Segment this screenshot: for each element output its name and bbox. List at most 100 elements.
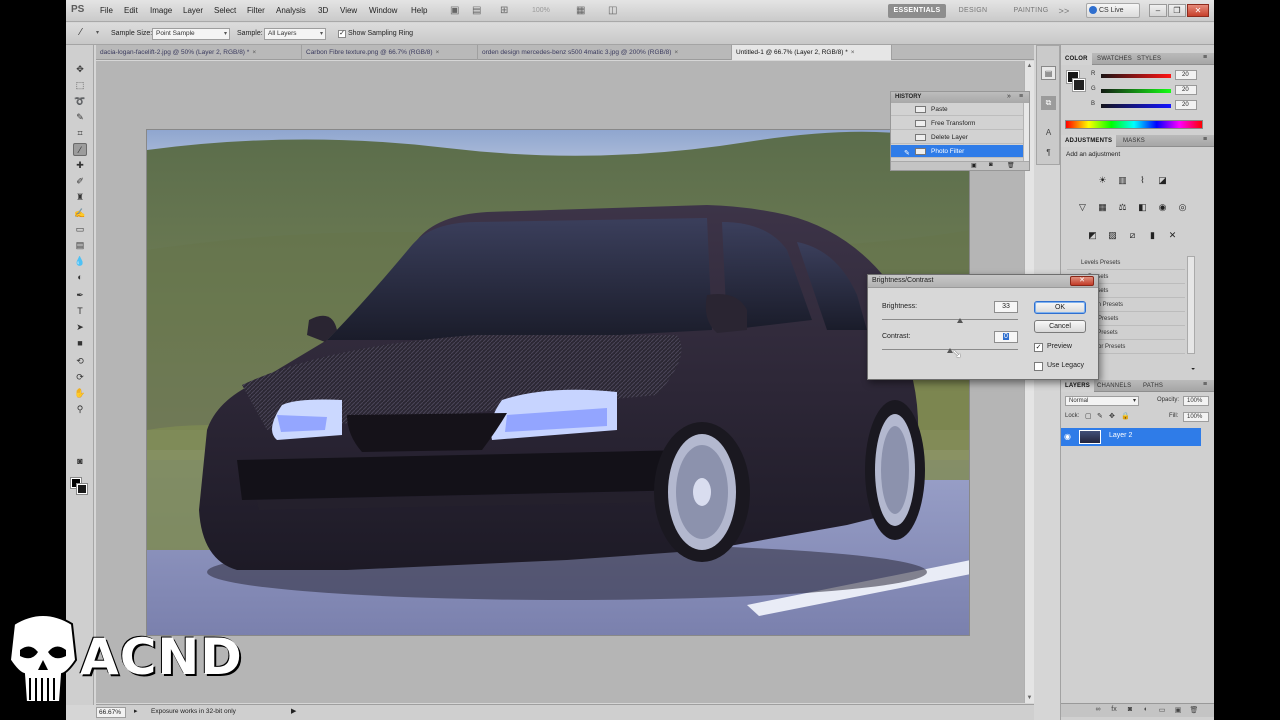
channel-mixer-icon[interactable]: ◎ [1175, 200, 1190, 214]
bridge-icon[interactable]: ▣ [450, 5, 459, 17]
selective-color-icon[interactable]: ✕ [1165, 228, 1180, 242]
tab-carbon-fibre[interactable]: Carbon Fibre texture.png @ 66.7% (RGB/8)… [302, 45, 478, 60]
new-layer-icon[interactable]: ▣ [1173, 706, 1183, 716]
menu-help[interactable]: Help [411, 6, 427, 15]
cancel-button[interactable]: Cancel [1034, 320, 1086, 333]
dialog-titlebar[interactable]: Brightness/Contrast ✕ [868, 275, 1098, 288]
threshold-icon[interactable]: ⧄ [1125, 228, 1140, 242]
arrange-documents-icon[interactable]: ▦ [576, 5, 585, 17]
black-white-icon[interactable]: ◧ [1135, 200, 1150, 214]
levels-icon[interactable]: ▥ [1115, 173, 1130, 187]
minimize-button[interactable]: – [1149, 4, 1167, 17]
workspace-painting[interactable]: PAINTING [1006, 4, 1056, 18]
ok-button[interactable]: OK [1034, 301, 1086, 314]
zoom-level[interactable]: 100% [532, 7, 550, 19]
tab-untitled-1[interactable]: Untitled-1 @ 66.7% (Layer 2, RGB/8) * × [732, 45, 892, 60]
gradient-map-icon[interactable]: ▮ [1145, 228, 1160, 242]
lasso-tool-icon[interactable]: ➰ [73, 95, 87, 108]
restore-button[interactable]: ❐ [1168, 4, 1186, 17]
shape-tool-icon[interactable]: ■ [73, 337, 87, 350]
panel-menu-icon[interactable]: ≡ [1203, 54, 1207, 61]
3d-rotate-tool-icon[interactable]: ⟲ [73, 355, 87, 368]
new-group-icon[interactable]: ▭ [1157, 706, 1167, 716]
preview-checkbox[interactable]: ✓ [1034, 343, 1043, 352]
zoom-tool-icon[interactable]: ⚲ [73, 403, 87, 416]
delete-icon[interactable]: 🗑 [1007, 162, 1015, 169]
history-brush-source-icon[interactable]: ✎ [904, 147, 910, 160]
snapshot-icon[interactable]: ◙ [989, 162, 993, 168]
tab-swatches[interactable]: SWATCHES [1093, 53, 1136, 65]
layer-name[interactable]: Layer 2 [1109, 432, 1132, 439]
brightness-slider-thumb[interactable] [956, 318, 963, 323]
brightness-slider-track[interactable] [882, 319, 1018, 320]
lock-image-icon[interactable]: ✎ [1097, 412, 1103, 420]
3d-orbit-tool-icon[interactable]: ⟳ [73, 371, 87, 384]
tab-mercedes[interactable]: orden design mercedes-benz s500 4matic 3… [478, 45, 732, 60]
tab-channels[interactable]: CHANNELS [1093, 380, 1135, 392]
blue-value[interactable]: 20 [1175, 100, 1197, 110]
tab-dacia-logan[interactable]: dacia-logan-facelift-2.jpg @ 50% (Layer … [96, 45, 302, 60]
close-icon[interactable]: × [436, 49, 440, 56]
menu-layer[interactable]: Layer [183, 6, 203, 15]
green-track[interactable] [1101, 89, 1171, 93]
gradient-tool-icon[interactable]: ▤ [73, 239, 87, 252]
background-color-chip[interactable] [1072, 78, 1086, 92]
close-icon[interactable]: × [851, 49, 855, 56]
preset-levels[interactable]: Levels Presets [1067, 256, 1185, 270]
sample-select[interactable]: All Layers ▾ [264, 28, 326, 40]
clone-stamp-tool-icon[interactable]: ♜ [73, 191, 87, 204]
screen-mode-icon[interactable]: ◫ [608, 5, 617, 17]
contrast-field[interactable]: 0 [994, 331, 1018, 343]
close-icon[interactable]: × [252, 49, 256, 56]
status-menu-icon[interactable]: ▶ [291, 707, 296, 715]
eye-icon[interactable]: ◉ [1064, 432, 1071, 441]
curves-icon[interactable]: ⌇ [1135, 173, 1150, 187]
history-item[interactable]: Paste [891, 103, 1023, 116]
dialog-close-button[interactable]: ✕ [1070, 276, 1094, 286]
blue-track[interactable] [1101, 104, 1171, 108]
delete-layer-icon[interactable]: 🗑 [1189, 706, 1199, 716]
crop-tool-icon[interactable]: ⌗ [73, 127, 87, 140]
sample-size-select[interactable]: Point Sample ▾ [152, 28, 230, 40]
history-item[interactable]: Free Transform [891, 117, 1023, 130]
tab-color[interactable]: COLOR [1061, 53, 1092, 65]
brightness-field[interactable]: 33 [994, 301, 1018, 313]
blend-mode-select[interactable]: Normal ▾ [1065, 396, 1139, 406]
quick-select-tool-icon[interactable]: ✎ [73, 111, 87, 124]
link-layers-icon[interactable]: ∞ [1093, 706, 1103, 716]
minibridge-icon[interactable]: ▤ [472, 5, 481, 17]
menu-edit[interactable]: Edit [124, 6, 138, 15]
panel-menu-icon[interactable]: ≡ [1203, 136, 1207, 143]
new-document-icon[interactable]: ▣ [971, 162, 977, 169]
view-extras-icon[interactable]: ⊞ [500, 5, 508, 17]
menu-filter[interactable]: Filter [247, 6, 265, 15]
red-track[interactable] [1101, 74, 1171, 78]
tab-styles[interactable]: STYLES [1133, 53, 1165, 65]
preset-dropdown-icon[interactable]: ▾ [96, 29, 99, 36]
show-ring-checkbox[interactable]: ✓ [338, 30, 346, 38]
dodge-tool-icon[interactable]: ◐ [73, 271, 87, 284]
brightness-contrast-icon[interactable]: ☀ [1095, 173, 1110, 187]
background-color-swatch[interactable] [76, 483, 88, 495]
adjustment-footer-icon[interactable]: ◒ [1191, 365, 1195, 372]
presets-scrollbar[interactable] [1187, 256, 1195, 354]
tab-layers[interactable]: LAYERS [1061, 380, 1094, 392]
posterize-icon[interactable]: ▨ [1105, 228, 1120, 242]
panel-toggle-icon[interactable]: ▤ [1041, 66, 1056, 80]
panel-menu-icon[interactable]: ≡ [1203, 381, 1207, 388]
exposure-icon[interactable]: ◪ [1155, 173, 1170, 187]
history-item[interactable]: Delete Layer [891, 131, 1023, 144]
history-scrollbar[interactable] [1023, 103, 1029, 161]
use-legacy-checkbox[interactable] [1034, 362, 1043, 371]
character-panel-icon[interactable]: A [1041, 126, 1056, 140]
car-photo[interactable] [146, 129, 970, 636]
menu-select[interactable]: Select [214, 6, 236, 15]
healing-brush-tool-icon[interactable]: ✚ [73, 159, 87, 172]
eyedropper-preset-icon[interactable]: ⁄ [80, 27, 82, 38]
pen-tool-icon[interactable]: ✒ [73, 289, 87, 302]
menu-3d[interactable]: 3D [318, 6, 328, 15]
green-slider[interactable]: G 20 [1091, 85, 1211, 98]
more-workspaces-icon[interactable]: >> [1058, 4, 1070, 18]
type-tool-icon[interactable]: T [73, 305, 87, 318]
color-balance-icon[interactable]: ⚖ [1115, 200, 1130, 214]
